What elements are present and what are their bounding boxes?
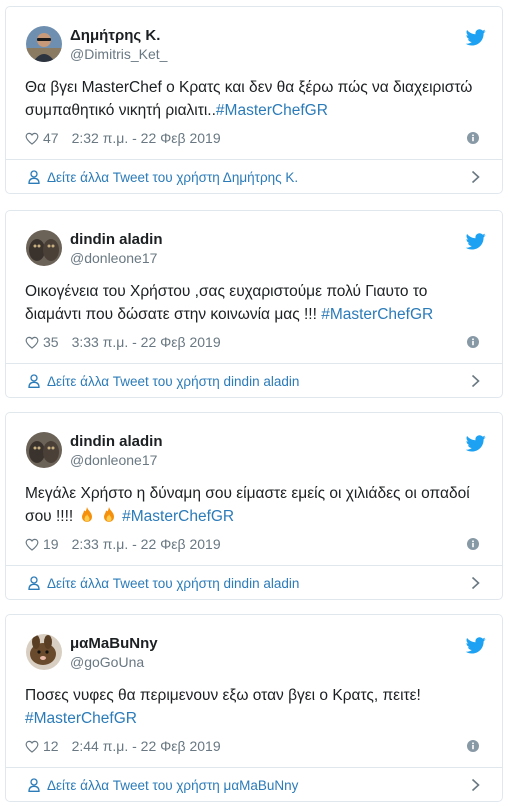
tweet-text: Οικογένεια του Χρήστου ,σας ευχαριστούμε… (25, 280, 485, 326)
avatar[interactable] (26, 634, 62, 670)
heart-icon[interactable] (25, 336, 39, 349)
tweet-card[interactable]: dindin aladin @donleone17 Μεγάλε Χρήστο … (5, 412, 503, 600)
chevron-right-icon[interactable] (471, 374, 480, 388)
chevron-right-icon[interactable] (471, 170, 480, 184)
twitter-bird-icon[interactable] (466, 29, 486, 46)
tweet-text: Μεγάλε Χρήστο η δύναμη σου είμαστε εμείς… (25, 482, 485, 528)
user-handle[interactable]: @goGoUna (70, 654, 144, 670)
more-tweets-label[interactable]: Δείτε άλλα Tweet του χρήστη dindin aladi… (47, 374, 299, 389)
tweet-timestamp[interactable]: 3:33 π.μ. - 22 Φεβ 2019 (72, 334, 221, 350)
person-icon (28, 170, 40, 184)
info-icon[interactable] (467, 538, 479, 550)
hashtag-link[interactable]: #MasterChefGR (122, 508, 234, 525)
chevron-right-icon[interactable] (471, 778, 480, 792)
person-icon (28, 576, 40, 590)
twitter-bird-icon[interactable] (466, 637, 486, 654)
more-tweets-link[interactable]: Δείτε άλλα Tweet του χρήστη dindin aladi… (28, 372, 299, 390)
display-name[interactable]: dindin aladin (70, 433, 163, 450)
hashtag-link[interactable]: #MasterChefGR (216, 102, 328, 119)
info-icon[interactable] (467, 740, 479, 752)
more-tweets-label[interactable]: Δείτε άλλα Tweet του χρήστη Δημήτρης Κ. (47, 170, 298, 185)
info-icon[interactable] (467, 132, 479, 144)
heart-icon[interactable] (25, 740, 39, 753)
more-tweets-link[interactable]: Δείτε άλλα Tweet του χρήστη Δημήτρης Κ. (28, 168, 298, 186)
avatar[interactable] (26, 432, 62, 468)
fire-emoji (103, 507, 114, 522)
tweet-feed: Δημήτρης Κ. @Dimitris_Ket_ Θα βγει Maste… (0, 0, 509, 806)
display-name[interactable]: dindin aladin (70, 231, 163, 248)
divider (6, 767, 502, 768)
tweet-card[interactable]: μαMaBuNny @goGoUna Ποσες νυφες θα περιμε… (5, 614, 503, 802)
tweet-meta: 47 2:32 π.μ. - 22 Φεβ 2019 (25, 130, 221, 146)
person-icon (28, 374, 40, 388)
like-count[interactable]: 47 (43, 130, 59, 146)
info-icon[interactable] (467, 336, 479, 348)
tweet-timestamp[interactable]: 2:32 π.μ. - 22 Φεβ 2019 (72, 130, 221, 146)
tweet-meta: 19 2:33 π.μ. - 22 Φεβ 2019 (25, 536, 221, 552)
avatar[interactable] (26, 230, 62, 266)
more-tweets-link[interactable]: Δείτε άλλα Tweet του χρήστη μαMaBuNny (28, 776, 298, 794)
like-count[interactable]: 35 (43, 334, 59, 350)
person-icon (28, 778, 40, 792)
fire-emoji (81, 507, 92, 522)
avatar[interactable] (26, 26, 62, 62)
heart-icon[interactable] (25, 538, 39, 551)
tweet-meta: 35 3:33 π.μ. - 22 Φεβ 2019 (25, 334, 221, 350)
more-tweets-label[interactable]: Δείτε άλλα Tweet του χρήστη μαMaBuNny (47, 778, 298, 793)
hashtag-link[interactable]: #MasterChefGR (321, 306, 433, 323)
divider (6, 565, 502, 566)
tweet-meta: 12 2:44 π.μ. - 22 Φεβ 2019 (25, 738, 221, 754)
user-handle[interactable]: @Dimitris_Ket_ (70, 46, 167, 62)
tweet-text: Θα βγει MasterChef ο Κρατς και δεν θα ξέ… (25, 76, 485, 122)
divider (6, 363, 502, 364)
user-handle[interactable]: @donleone17 (70, 452, 157, 468)
tweet-timestamp[interactable]: 2:33 π.μ. - 22 Φεβ 2019 (72, 536, 221, 552)
tweet-body: Ποσες νυφες θα περιμενουν εξω οταν βγει … (25, 687, 421, 704)
display-name[interactable]: Δημήτρης Κ. (70, 27, 160, 44)
tweet-card[interactable]: dindin aladin @donleone17 Οικογένεια του… (5, 210, 503, 398)
tweet-timestamp[interactable]: 2:44 π.μ. - 22 Φεβ 2019 (72, 738, 221, 754)
more-tweets-link[interactable]: Δείτε άλλα Tweet του χρήστη dindin aladi… (28, 574, 299, 592)
more-tweets-label[interactable]: Δείτε άλλα Tweet του χρήστη dindin aladi… (47, 576, 299, 591)
heart-icon[interactable] (25, 132, 39, 145)
divider (6, 159, 502, 160)
like-count[interactable]: 12 (43, 738, 59, 754)
chevron-right-icon[interactable] (471, 576, 480, 590)
twitter-bird-icon[interactable] (466, 435, 486, 452)
display-name[interactable]: μαMaBuNny (70, 635, 158, 652)
hashtag-link[interactable]: #MasterChefGR (25, 710, 137, 727)
user-handle[interactable]: @donleone17 (70, 250, 157, 266)
like-count[interactable]: 19 (43, 536, 59, 552)
tweet-card[interactable]: Δημήτρης Κ. @Dimitris_Ket_ Θα βγει Maste… (5, 6, 503, 194)
tweet-text: Ποσες νυφες θα περιμενουν εξω οταν βγει … (25, 684, 485, 730)
twitter-bird-icon[interactable] (466, 233, 486, 250)
